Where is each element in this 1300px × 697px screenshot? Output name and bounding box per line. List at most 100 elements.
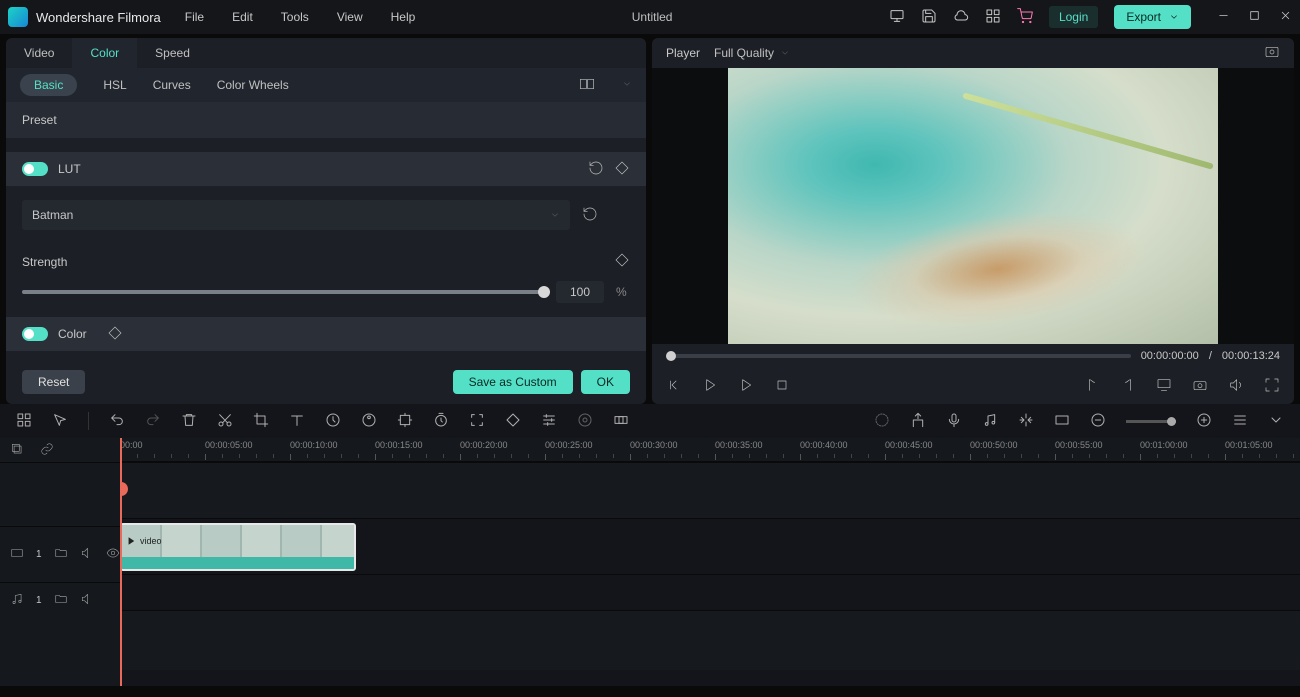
tab-speed[interactable]: Speed bbox=[137, 38, 208, 68]
playhead[interactable] bbox=[120, 438, 122, 686]
duration-icon[interactable] bbox=[433, 412, 449, 431]
save-custom-button[interactable]: Save as Custom bbox=[453, 370, 573, 394]
tab-color[interactable]: Color bbox=[72, 38, 137, 68]
lut-select[interactable]: Batman bbox=[22, 200, 570, 230]
lut-keyframe-icon[interactable] bbox=[614, 160, 630, 179]
layout-icon[interactable] bbox=[16, 412, 32, 431]
audio-mute-icon[interactable] bbox=[80, 592, 94, 609]
text-icon[interactable] bbox=[289, 412, 305, 431]
camera-icon[interactable] bbox=[1192, 377, 1208, 396]
subtab-hsl[interactable]: HSL bbox=[103, 78, 126, 92]
ok-button[interactable]: OK bbox=[581, 370, 630, 394]
export-button[interactable]: Export bbox=[1114, 5, 1191, 29]
time-ruler[interactable]: 00:0000:00:05:0000:00:10:0000:00:15:0000… bbox=[120, 438, 1300, 462]
marker-add-icon[interactable] bbox=[874, 412, 890, 431]
mark-out-icon[interactable] bbox=[1120, 377, 1136, 396]
undo-icon[interactable] bbox=[109, 412, 125, 431]
cart-icon[interactable] bbox=[1017, 8, 1033, 27]
cut-icon[interactable] bbox=[217, 412, 233, 431]
subtab-colorwheels[interactable]: Color Wheels bbox=[217, 78, 289, 92]
ruler-tick: 00:00 bbox=[120, 440, 143, 450]
aspect-icon[interactable] bbox=[1054, 412, 1070, 431]
preset-section[interactable]: Preset bbox=[6, 102, 646, 138]
menu-view[interactable]: View bbox=[337, 10, 363, 24]
record-icon[interactable] bbox=[577, 412, 593, 431]
ruler-tick: 00:00:30:00 bbox=[630, 440, 678, 450]
adjust-icon[interactable] bbox=[541, 412, 557, 431]
display-icon[interactable] bbox=[1156, 377, 1172, 396]
quality-select[interactable]: Full Quality bbox=[714, 46, 790, 60]
scrub-slider[interactable] bbox=[666, 354, 1131, 358]
ruler-tick: 00:00:35:00 bbox=[715, 440, 763, 450]
snapshot-icon[interactable] bbox=[1264, 44, 1280, 63]
marker-icon[interactable] bbox=[910, 412, 926, 431]
track-copy-icon[interactable] bbox=[10, 442, 24, 459]
speed-icon[interactable] bbox=[325, 412, 341, 431]
transform-icon[interactable] bbox=[397, 412, 413, 431]
lut-toggle[interactable] bbox=[22, 162, 48, 176]
apps-icon[interactable] bbox=[985, 8, 1001, 27]
menu-help[interactable]: Help bbox=[391, 10, 416, 24]
zoom-slider[interactable] bbox=[1126, 420, 1176, 423]
ruler-tick: 00:01:00:00 bbox=[1140, 440, 1188, 450]
volume-icon[interactable] bbox=[1228, 377, 1244, 396]
compare-icon[interactable] bbox=[578, 76, 596, 95]
crop-icon[interactable] bbox=[253, 412, 269, 431]
clip-name: video bbox=[140, 536, 162, 546]
video-clip[interactable]: video bbox=[120, 523, 356, 571]
audio-track-number: 1 bbox=[36, 595, 42, 606]
chevron-down-icon[interactable] bbox=[622, 78, 632, 92]
color-tool-icon[interactable] bbox=[361, 412, 377, 431]
strength-keyframe-icon[interactable] bbox=[614, 252, 630, 271]
preset-label: Preset bbox=[22, 113, 57, 127]
mark-in-icon[interactable] bbox=[1084, 377, 1100, 396]
folder-icon[interactable] bbox=[54, 546, 68, 563]
save-icon[interactable] bbox=[921, 8, 937, 27]
maximize-icon[interactable] bbox=[1248, 9, 1261, 25]
lut-reset-icon[interactable] bbox=[588, 160, 604, 179]
subtab-basic[interactable]: Basic bbox=[20, 74, 77, 96]
mute-icon[interactable] bbox=[80, 546, 94, 563]
track-link-icon[interactable] bbox=[40, 442, 54, 459]
menu-edit[interactable]: Edit bbox=[232, 10, 253, 24]
video-track-number: 1 bbox=[36, 549, 42, 560]
lut-select-reset-icon[interactable] bbox=[582, 206, 598, 225]
strength-label: Strength bbox=[22, 255, 67, 269]
zoom-out-icon[interactable] bbox=[1090, 412, 1106, 431]
render-icon[interactable] bbox=[1018, 412, 1034, 431]
tab-video[interactable]: Video bbox=[6, 38, 72, 68]
prev-frame-icon[interactable] bbox=[666, 377, 682, 396]
strength-slider[interactable] bbox=[22, 290, 544, 294]
color-toggle[interactable] bbox=[22, 327, 48, 341]
color-keyframe-icon[interactable] bbox=[107, 325, 123, 344]
next-frame-icon[interactable] bbox=[738, 377, 754, 396]
select-tool-icon[interactable] bbox=[52, 412, 68, 431]
subtab-curves[interactable]: Curves bbox=[153, 78, 191, 92]
menu-file[interactable]: File bbox=[185, 10, 204, 24]
player-label: Player bbox=[666, 46, 700, 60]
fullscreen-icon[interactable] bbox=[1264, 377, 1280, 396]
cloud-icon[interactable] bbox=[953, 8, 969, 27]
group-icon[interactable] bbox=[613, 412, 629, 431]
properties-panel: Video Color Speed Basic HSL Curves Color… bbox=[6, 38, 646, 404]
play-icon[interactable] bbox=[702, 377, 718, 396]
monitor-icon[interactable] bbox=[889, 8, 905, 27]
menu-tools[interactable]: Tools bbox=[281, 10, 309, 24]
fit-icon[interactable] bbox=[469, 412, 485, 431]
close-icon[interactable] bbox=[1279, 9, 1292, 25]
audio-mixer-icon[interactable] bbox=[982, 412, 998, 431]
zoom-in-icon[interactable] bbox=[1196, 412, 1212, 431]
audio-folder-icon[interactable] bbox=[54, 592, 68, 609]
login-button[interactable]: Login bbox=[1049, 6, 1098, 28]
stop-icon[interactable] bbox=[774, 377, 790, 396]
more-icon[interactable] bbox=[1268, 412, 1284, 431]
reset-button[interactable]: Reset bbox=[22, 370, 85, 394]
list-view-icon[interactable] bbox=[1232, 412, 1248, 431]
delete-icon[interactable] bbox=[181, 412, 197, 431]
strength-value[interactable]: 100 bbox=[556, 281, 604, 303]
keyframe-tool-icon[interactable] bbox=[505, 412, 521, 431]
redo-icon[interactable] bbox=[145, 412, 161, 431]
minimize-icon[interactable] bbox=[1217, 9, 1230, 25]
eye-icon[interactable] bbox=[106, 546, 120, 563]
mic-icon[interactable] bbox=[946, 412, 962, 431]
